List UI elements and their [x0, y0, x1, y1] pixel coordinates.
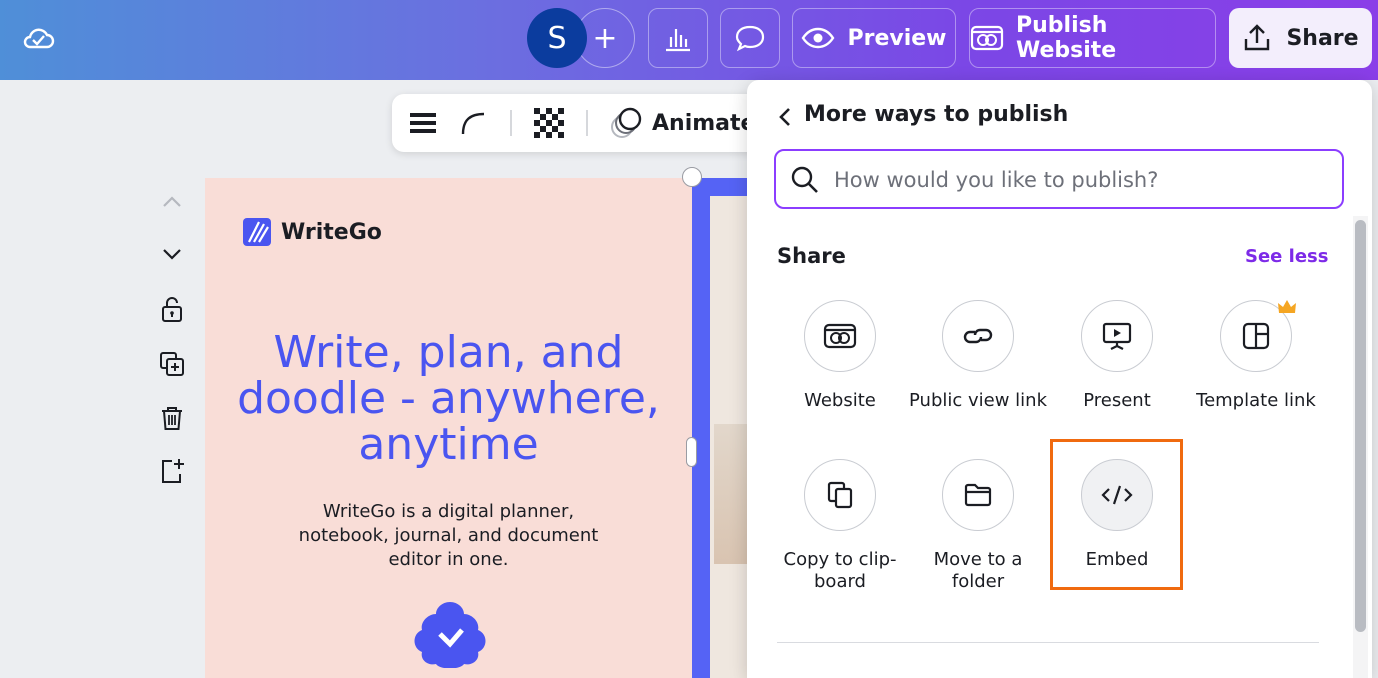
- option-present[interactable]: Present: [1047, 300, 1187, 412]
- chevron-up-icon[interactable]: [158, 188, 186, 216]
- add-page-icon[interactable]: [158, 457, 186, 485]
- page-headline: Write, plan, and doodle - anywhere, anyt…: [237, 327, 660, 470]
- see-less-link[interactable]: See less: [1245, 246, 1328, 267]
- link-icon: [963, 328, 993, 344]
- section-title-share: Share: [777, 244, 846, 268]
- website-icon: [823, 323, 857, 349]
- comment-icon: [735, 25, 765, 52]
- option-template-link[interactable]: Template link: [1186, 300, 1326, 412]
- option-label: Present: [1083, 390, 1151, 411]
- option-public-view-link[interactable]: Public view link: [908, 300, 1048, 412]
- transparency-icon[interactable]: [534, 108, 564, 138]
- search-icon: [791, 166, 818, 193]
- element-toolbar: Animate: [392, 94, 772, 152]
- page-subtext: WriteGo is a digital planner, notebook, …: [298, 501, 599, 570]
- crown-icon: [1278, 300, 1296, 313]
- lock-icon[interactable]: [158, 295, 186, 323]
- toolbar-divider: [510, 110, 512, 136]
- panel-title: More ways to publish: [804, 102, 1069, 127]
- option-website-circle[interactable]: [804, 300, 876, 372]
- toolbar-divider: [586, 110, 588, 136]
- design-page-2[interactable]: [692, 178, 752, 678]
- resize-handle[interactable]: [686, 437, 697, 467]
- comment-button[interactable]: [720, 8, 780, 68]
- corner-rounding-icon[interactable]: [460, 110, 488, 136]
- animate-button[interactable]: Animate: [610, 107, 755, 139]
- option-folder-circle[interactable]: [942, 459, 1014, 531]
- copy-icon: [827, 481, 853, 509]
- check-badge-icon: [414, 602, 486, 668]
- share-button[interactable]: Share: [1229, 8, 1372, 68]
- website-icon: [970, 25, 1004, 51]
- folder-icon: [964, 483, 992, 507]
- preview-button[interactable]: Preview: [792, 8, 956, 68]
- present-icon: [1102, 322, 1132, 350]
- option-copy-circle[interactable]: [804, 459, 876, 531]
- upload-icon: [1245, 24, 1270, 51]
- duplicate-icon[interactable]: [158, 350, 186, 378]
- search-input[interactable]: [834, 163, 1324, 197]
- design-page[interactable]: WriteGo Write, plan, and doodle - anywhe…: [205, 178, 692, 678]
- avatar[interactable]: S: [527, 8, 587, 68]
- publish-search[interactable]: [774, 149, 1344, 209]
- bar-chart-icon: [666, 29, 690, 52]
- trash-icon[interactable]: [158, 404, 186, 432]
- chevron-down-icon[interactable]: [158, 240, 186, 268]
- insights-button[interactable]: [648, 8, 708, 68]
- option-template-link-circle[interactable]: [1220, 300, 1296, 372]
- template-icon: [1242, 322, 1270, 350]
- option-copy-to-clipboard[interactable]: Copy to clip-board: [770, 459, 910, 593]
- option-label: Website: [804, 390, 876, 411]
- align-icon[interactable]: [408, 110, 438, 136]
- scrollbar-thumb[interactable]: [1355, 220, 1366, 632]
- option-present-circle[interactable]: [1081, 300, 1153, 372]
- option-label: Template link: [1196, 390, 1316, 411]
- rotate-handle[interactable]: [682, 167, 702, 187]
- top-bar: + S Preview Publish Website Share: [0, 0, 1378, 80]
- embed-highlight-box: [1050, 439, 1183, 590]
- option-label: Public view link: [909, 390, 1047, 411]
- brand-name: WriteGo: [281, 219, 382, 245]
- option-move-to-folder[interactable]: Move to a folder: [908, 459, 1048, 593]
- eye-icon: [802, 27, 835, 49]
- option-website[interactable]: Website: [770, 300, 910, 412]
- option-public-view-link-circle[interactable]: [942, 300, 1014, 372]
- brand-logo: WriteGo: [243, 218, 382, 246]
- option-label: Copy to clip-board: [783, 549, 897, 592]
- writego-logo-icon: [243, 218, 271, 246]
- more-ways-to-publish-panel: More ways to publish Share See less Webs…: [747, 80, 1372, 678]
- panel-scrollbar[interactable]: [1353, 216, 1368, 678]
- cloud-saved-icon[interactable]: [20, 20, 56, 56]
- panel-divider: [777, 642, 1319, 643]
- option-label: Move to a folder: [933, 549, 1023, 592]
- animate-icon: [611, 107, 642, 138]
- publish-website-button[interactable]: Publish Website: [969, 8, 1216, 68]
- chevron-left-icon[interactable]: [775, 105, 795, 129]
